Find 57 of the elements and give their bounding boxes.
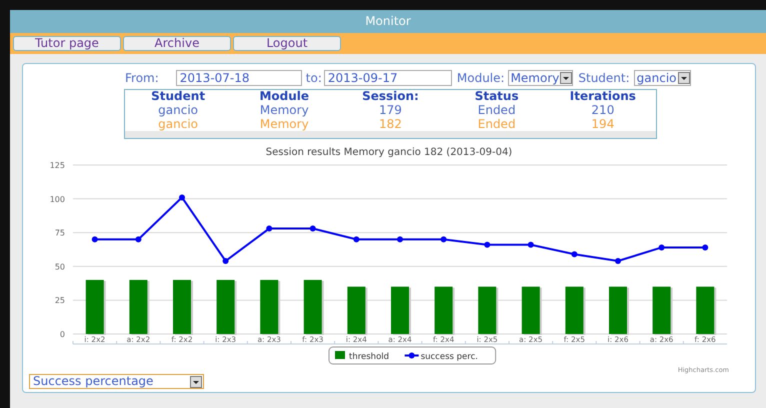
data-point — [702, 244, 708, 250]
dropdown-value: Memory — [510, 71, 560, 85]
data-point — [484, 242, 490, 248]
table-cell-text: Ended — [476, 117, 517, 131]
data-point — [528, 242, 534, 248]
table-cell-text: Ended — [476, 103, 517, 117]
data-point — [440, 236, 447, 242]
data-point — [571, 251, 578, 258]
data-point — [266, 226, 272, 232]
legend-label[interactable]: success perc. — [420, 352, 478, 362]
table-cell-text: gancio — [157, 117, 200, 131]
data-point — [179, 194, 185, 200]
data-point — [615, 258, 621, 264]
table-cell-text: 194 — [590, 117, 616, 131]
field-label: Student: — [578, 71, 630, 85]
column-header: Module — [258, 90, 310, 103]
axis-label: 25 — [54, 296, 65, 306]
field-label: to: — [306, 71, 322, 85]
column-header: Iterations — [568, 90, 637, 103]
dropdown[interactable]: Success percentage — [29, 374, 204, 389]
data-point — [92, 236, 98, 242]
nav-button[interactable]: Tutor page — [13, 36, 121, 51]
table-cell-text: Memory — [258, 117, 310, 131]
data-point — [222, 258, 229, 264]
axis-label: 50 — [54, 262, 65, 272]
nav-button[interactable]: Logout — [233, 36, 341, 51]
window-title: Monitor — [364, 13, 412, 30]
data-point — [397, 236, 403, 242]
column-header: Session: — [361, 90, 420, 103]
table-cell-text: 182 — [378, 117, 403, 131]
data-point — [658, 244, 665, 250]
field-label: Module: — [456, 71, 505, 85]
table-row[interactable]: gancio Memory 179 Ended 210 — [125, 103, 656, 117]
dropdown-value: gancio — [636, 71, 677, 85]
axis-label: 0 — [60, 330, 65, 339]
table-cell-text: 179 — [378, 103, 403, 117]
column-header: Student — [150, 90, 206, 103]
data-point — [310, 226, 316, 232]
nav-button[interactable]: Archive — [123, 36, 231, 51]
legend-label[interactable]: threshold — [349, 352, 390, 362]
dropdown[interactable]: Memory — [508, 70, 574, 86]
dropdown[interactable]: gancio — [634, 70, 691, 86]
chart-title: Session results Memory gancio 182 (2013-09-04) — [264, 146, 514, 160]
scrollbar-track[interactable] — [125, 131, 656, 138]
table-cell-text: gancio — [157, 103, 200, 117]
axis-label: 125 — [50, 161, 65, 170]
column-header: Status — [474, 90, 520, 103]
axis-label: 100 — [50, 194, 65, 204]
date-field[interactable]: 2013-07-18 — [176, 70, 302, 86]
data-point — [135, 236, 142, 242]
table-cell-text: Memory — [258, 103, 310, 117]
table-cell-text: 210 — [590, 103, 616, 117]
date-field[interactable]: 2013-09-17 — [324, 70, 452, 86]
dropdown-value: Success percentage — [33, 375, 154, 388]
field-label: From: — [125, 71, 159, 85]
data-point — [353, 236, 360, 242]
axis-label: 75 — [54, 228, 65, 238]
